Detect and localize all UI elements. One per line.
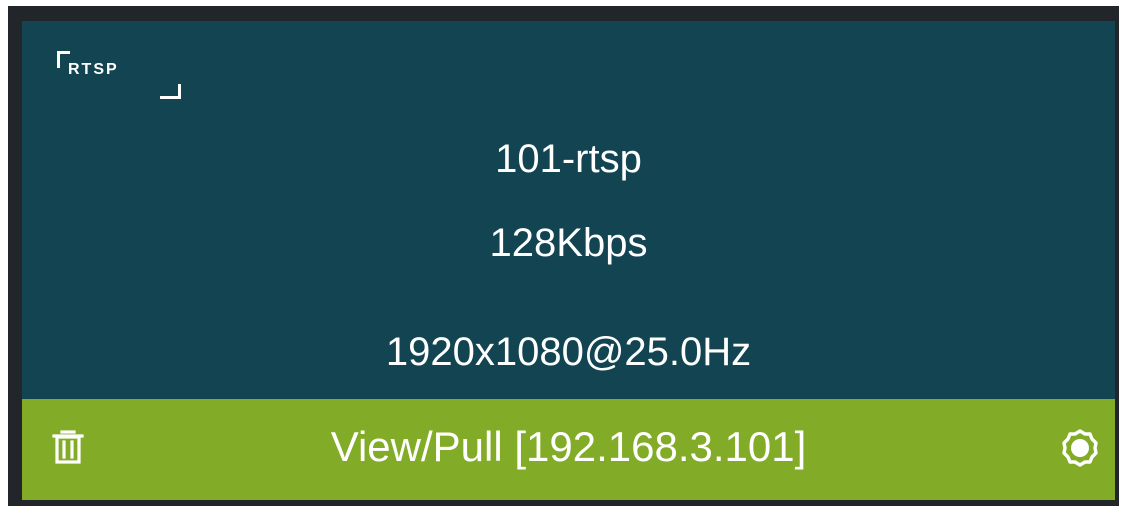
stream-resolution: 1920x1080@25.0Hz [385, 330, 752, 374]
settings-button[interactable] [1058, 426, 1102, 470]
gear-icon [1062, 429, 1098, 467]
stream-bitrate: 128Kbps [489, 221, 648, 265]
stream-footer-bar: View/Pull [192.168.3.101] [22, 399, 1115, 500]
view-pull-link[interactable]: View/Pull [192.168.3.101] [22, 422, 1115, 472]
protocol-badge-label: RTSP [68, 61, 119, 78]
badge-corner-bottom-right [160, 84, 181, 99]
stream-card-frame: RTSP 101-rtsp 128Kbps 1920x1080@25.0Hz V… [8, 6, 1119, 506]
stream-card: RTSP 101-rtsp 128Kbps 1920x1080@25.0Hz V… [22, 21, 1115, 500]
protocol-badge: RTSP [57, 51, 181, 99]
stream-name: 101-rtsp [495, 137, 642, 181]
stream-info-panel: RTSP 101-rtsp 128Kbps 1920x1080@25.0Hz [22, 21, 1115, 399]
